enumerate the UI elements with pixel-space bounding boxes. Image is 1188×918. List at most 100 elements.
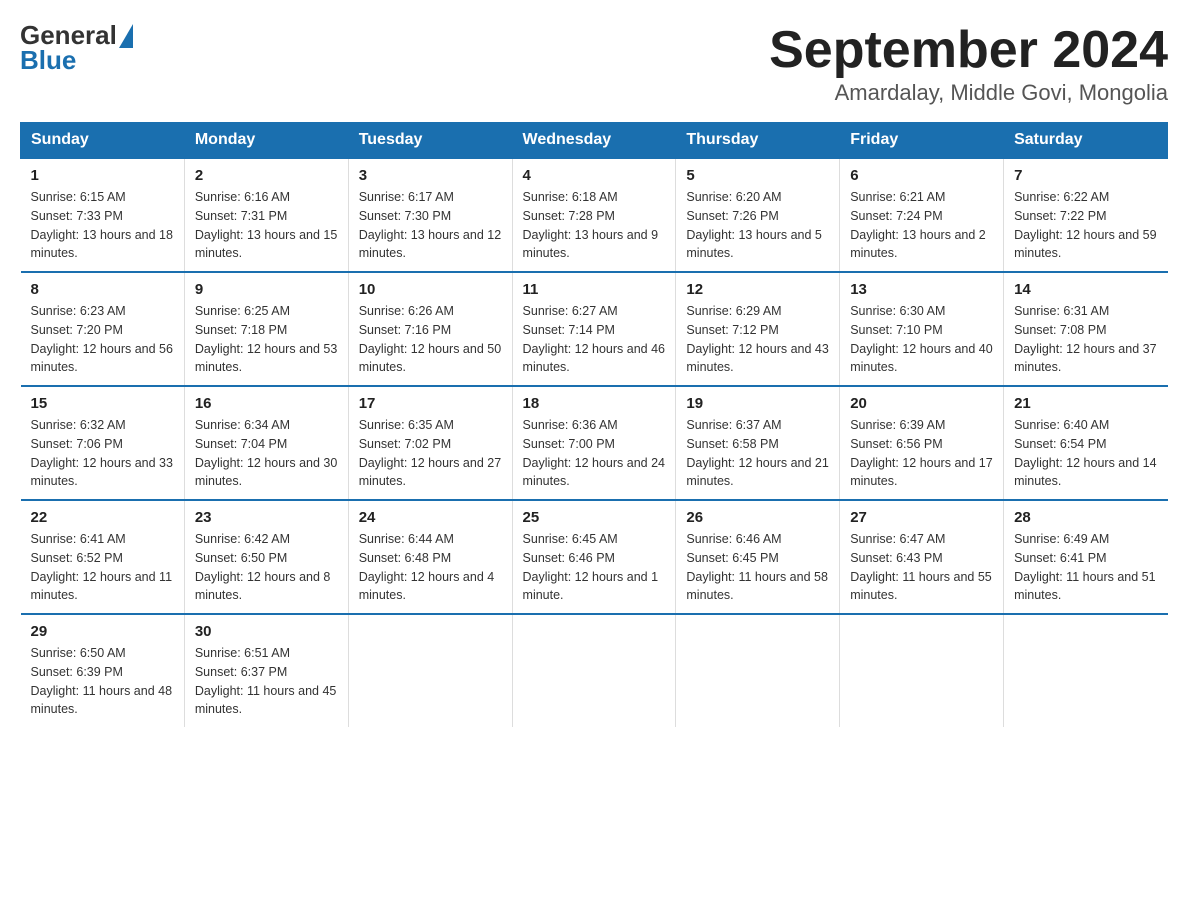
calendar-cell: 11 Sunrise: 6:27 AMSunset: 7:14 PMDayligh… [512, 272, 676, 386]
calendar-cell: 27 Sunrise: 6:47 AMSunset: 6:43 PMDayligh… [840, 500, 1004, 614]
day-number: 13 [850, 281, 993, 298]
day-info: Sunrise: 6:16 AMSunset: 7:31 PMDaylight:… [195, 188, 338, 263]
day-info: Sunrise: 6:15 AMSunset: 7:33 PMDaylight:… [31, 188, 174, 263]
day-info: Sunrise: 6:45 AMSunset: 6:46 PMDaylight:… [523, 530, 666, 605]
calendar-cell [1004, 614, 1168, 727]
day-number: 30 [195, 623, 338, 640]
calendar-cell: 8Sunrise: 6:23 AMSunset: 7:20 PMDaylight… [21, 272, 185, 386]
calendar-cell: 30 Sunrise: 6:51 AMSunset: 6:37 PMDayligh… [184, 614, 348, 727]
day-number: 5 [686, 167, 829, 184]
calendar-table: Sunday Monday Tuesday Wednesday Thursday… [20, 122, 1168, 727]
day-info: Sunrise: 6:37 AMSunset: 6:58 PMDaylight:… [686, 416, 829, 491]
day-number: 24 [359, 509, 502, 526]
day-info: Sunrise: 6:39 AMSunset: 6:56 PMDaylight:… [850, 416, 993, 491]
calendar-week-row: 15 Sunrise: 6:32 AMSunset: 7:06 PMDayligh… [21, 386, 1168, 500]
day-number: 2 [195, 167, 338, 184]
calendar-cell: 26 Sunrise: 6:46 AMSunset: 6:45 PMDayligh… [676, 500, 840, 614]
logo: General Blue [20, 20, 133, 76]
day-info: Sunrise: 6:25 AMSunset: 7:18 PMDaylight:… [195, 302, 338, 377]
header-saturday: Saturday [1004, 123, 1168, 159]
header-thursday: Thursday [676, 123, 840, 159]
day-number: 16 [195, 395, 338, 412]
day-info: Sunrise: 6:26 AMSunset: 7:16 PMDaylight:… [359, 302, 502, 377]
calendar-cell: 17Sunrise: 6:35 AMSunset: 7:02 PMDayligh… [348, 386, 512, 500]
day-info: Sunrise: 6:49 AMSunset: 6:41 PMDaylight:… [1014, 530, 1157, 605]
day-number: 18 [523, 395, 666, 412]
day-info: Sunrise: 6:46 AMSunset: 6:45 PMDaylight:… [686, 530, 829, 605]
day-number: 7 [1014, 167, 1157, 184]
page-subtitle: Amardalay, Middle Govi, Mongolia [769, 80, 1168, 106]
calendar-cell: 14 Sunrise: 6:31 AMSunset: 7:08 PMDayligh… [1004, 272, 1168, 386]
calendar-cell: 19Sunrise: 6:37 AMSunset: 6:58 PMDayligh… [676, 386, 840, 500]
calendar-cell: 9 Sunrise: 6:25 AMSunset: 7:18 PMDaylight… [184, 272, 348, 386]
logo-blue-text: Blue [20, 45, 133, 76]
day-number: 4 [523, 167, 666, 184]
day-info: Sunrise: 6:17 AMSunset: 7:30 PMDaylight:… [359, 188, 502, 263]
day-number: 29 [31, 623, 174, 640]
calendar-week-row: 29 Sunrise: 6:50 AMSunset: 6:39 PMDayligh… [21, 614, 1168, 727]
day-number: 11 [523, 281, 666, 298]
day-number: 1 [31, 167, 174, 184]
day-number: 3 [359, 167, 502, 184]
calendar-cell [840, 614, 1004, 727]
calendar-cell: 5 Sunrise: 6:20 AMSunset: 7:26 PMDaylight… [676, 158, 840, 272]
calendar-cell: 23Sunrise: 6:42 AMSunset: 6:50 PMDayligh… [184, 500, 348, 614]
day-info: Sunrise: 6:31 AMSunset: 7:08 PMDaylight:… [1014, 302, 1157, 377]
calendar-cell [512, 614, 676, 727]
day-info: Sunrise: 6:50 AMSunset: 6:39 PMDaylight:… [31, 644, 174, 719]
calendar-cell: 18 Sunrise: 6:36 AMSunset: 7:00 PMDayligh… [512, 386, 676, 500]
day-info: Sunrise: 6:18 AMSunset: 7:28 PMDaylight:… [523, 188, 666, 263]
header-tuesday: Tuesday [348, 123, 512, 159]
day-number: 9 [195, 281, 338, 298]
calendar-cell: 28 Sunrise: 6:49 AMSunset: 6:41 PMDayligh… [1004, 500, 1168, 614]
calendar-week-row: 1 Sunrise: 6:15 AMSunset: 7:33 PMDaylight… [21, 158, 1168, 272]
day-info: Sunrise: 6:29 AMSunset: 7:12 PMDaylight:… [686, 302, 829, 377]
calendar-header: Sunday Monday Tuesday Wednesday Thursday… [21, 123, 1168, 159]
calendar-cell: 2 Sunrise: 6:16 AMSunset: 7:31 PMDaylight… [184, 158, 348, 272]
calendar-cell: 1 Sunrise: 6:15 AMSunset: 7:33 PMDaylight… [21, 158, 185, 272]
day-number: 22 [31, 509, 174, 526]
calendar-cell: 15 Sunrise: 6:32 AMSunset: 7:06 PMDayligh… [21, 386, 185, 500]
day-info: Sunrise: 6:30 AMSunset: 7:10 PMDaylight:… [850, 302, 993, 377]
day-info: Sunrise: 6:51 AMSunset: 6:37 PMDaylight:… [195, 644, 338, 719]
day-info: Sunrise: 6:32 AMSunset: 7:06 PMDaylight:… [31, 416, 174, 491]
day-number: 12 [686, 281, 829, 298]
calendar-cell: 29 Sunrise: 6:50 AMSunset: 6:39 PMDayligh… [21, 614, 185, 727]
day-info: Sunrise: 6:21 AMSunset: 7:24 PMDaylight:… [850, 188, 993, 263]
day-number: 10 [359, 281, 502, 298]
calendar-cell [348, 614, 512, 727]
day-number: 23 [195, 509, 338, 526]
day-number: 28 [1014, 509, 1157, 526]
calendar-cell: 24 Sunrise: 6:44 AMSunset: 6:48 PMDayligh… [348, 500, 512, 614]
day-info: Sunrise: 6:27 AMSunset: 7:14 PMDaylight:… [523, 302, 666, 377]
day-number: 6 [850, 167, 993, 184]
calendar-cell: 7 Sunrise: 6:22 AMSunset: 7:22 PMDaylight… [1004, 158, 1168, 272]
day-info: Sunrise: 6:34 AMSunset: 7:04 PMDaylight:… [195, 416, 338, 491]
day-header-row: Sunday Monday Tuesday Wednesday Thursday… [21, 123, 1168, 159]
day-number: 14 [1014, 281, 1157, 298]
day-info: Sunrise: 6:36 AMSunset: 7:00 PMDaylight:… [523, 416, 666, 491]
calendar-cell: 21Sunrise: 6:40 AMSunset: 6:54 PMDayligh… [1004, 386, 1168, 500]
day-number: 26 [686, 509, 829, 526]
calendar-body: 1 Sunrise: 6:15 AMSunset: 7:33 PMDaylight… [21, 158, 1168, 727]
day-info: Sunrise: 6:47 AMSunset: 6:43 PMDaylight:… [850, 530, 993, 605]
calendar-cell: 10 Sunrise: 6:26 AMSunset: 7:16 PMDayligh… [348, 272, 512, 386]
header-monday: Monday [184, 123, 348, 159]
day-info: Sunrise: 6:20 AMSunset: 7:26 PMDaylight:… [686, 188, 829, 263]
day-number: 20 [850, 395, 993, 412]
calendar-cell: 12 Sunrise: 6:29 AMSunset: 7:12 PMDayligh… [676, 272, 840, 386]
day-number: 27 [850, 509, 993, 526]
calendar-week-row: 8Sunrise: 6:23 AMSunset: 7:20 PMDaylight… [21, 272, 1168, 386]
calendar-cell: 6 Sunrise: 6:21 AMSunset: 7:24 PMDaylight… [840, 158, 1004, 272]
day-info: Sunrise: 6:44 AMSunset: 6:48 PMDaylight:… [359, 530, 502, 605]
day-number: 15 [31, 395, 174, 412]
day-info: Sunrise: 6:40 AMSunset: 6:54 PMDaylight:… [1014, 416, 1157, 491]
day-info: Sunrise: 6:41 AMSunset: 6:52 PMDaylight:… [31, 530, 174, 605]
title-area: September 2024 Amardalay, Middle Govi, M… [769, 20, 1168, 106]
page-title: September 2024 [769, 20, 1168, 80]
day-number: 8 [31, 281, 174, 298]
day-number: 17 [359, 395, 502, 412]
day-info: Sunrise: 6:22 AMSunset: 7:22 PMDaylight:… [1014, 188, 1157, 263]
header-friday: Friday [840, 123, 1004, 159]
page-header: General Blue September 2024 Amardalay, M… [20, 20, 1168, 106]
